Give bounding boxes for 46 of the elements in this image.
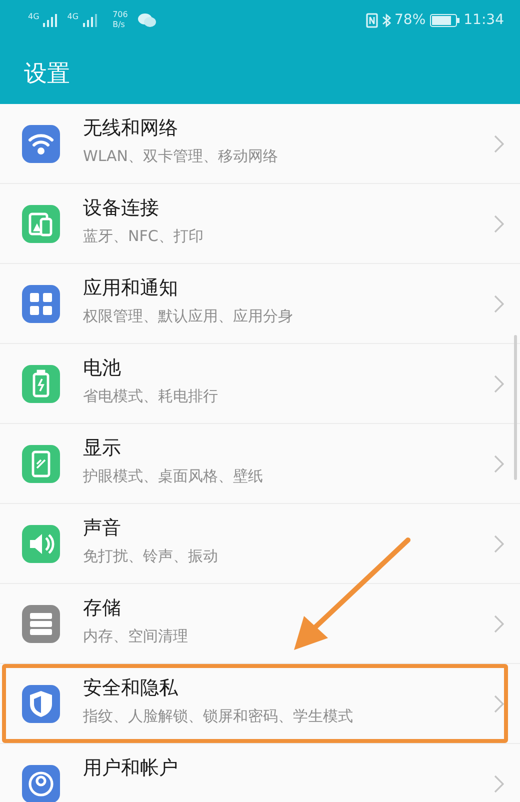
item-subtitle: WLAN、双卡管理、移动网络 [83,147,280,166]
battery-icon [430,14,460,26]
chevron-icon [494,135,504,153]
sim-label: 4G [67,12,79,21]
item-title: 应用和通知 [83,276,179,301]
item-title: 显示 [83,436,122,461]
item-subtitle: 权限管理、默认应用、应用分身 [83,307,294,326]
settings-item[interactable]: 设备连接 蓝牙、NFC、打印 [0,184,520,264]
nfc-icon [366,12,378,28]
chevron-icon [494,375,504,393]
chevron-icon [494,775,504,793]
clock: 11:34 [464,12,504,28]
settings-item[interactable]: 安全和隐私 指纹、人脸解锁、锁屏和密码、学生模式 [0,664,520,744]
bluetooth-icon [382,12,391,28]
item-title: 用户和帐户 [83,756,179,781]
settings-item[interactable]: 应用和通知 权限管理、默认应用、应用分身 [0,264,520,344]
chat-icon [138,13,156,27]
chevron-icon [494,455,504,473]
network-speed: 706 [112,10,128,20]
chevron-icon [494,535,504,553]
item-subtitle: 蓝牙、NFC、打印 [83,227,204,246]
item-title: 设备连接 [83,196,160,221]
signal-icon [82,13,99,27]
settings-item[interactable]: 显示 护眼模式、桌面风格、壁纸 [0,424,520,504]
item-title: 无线和网络 [83,116,179,141]
signal-icon [43,13,60,27]
chevron-icon [494,215,504,233]
item-subtitle: 内存、空间清理 [83,627,189,646]
item-subtitle: 护眼模式、桌面风格、壁纸 [83,467,264,486]
item-title: 存储 [83,596,122,621]
item-subtitle: 省电模式、耗电排行 [83,387,219,406]
item-subtitle: 免打扰、铃声、振动 [83,547,219,566]
settings-item[interactable]: 声音 免打扰、铃声、振动 [0,504,520,584]
item-title: 安全和隐私 [83,676,179,701]
item-subtitle: 指纹、人脸解锁、锁屏和密码、学生模式 [83,707,354,726]
item-title: 电池 [83,356,122,381]
settings-item[interactable]: 用户和帐户 [0,744,520,802]
page-title: 设置 [23,60,71,89]
speed-unit: B/s [112,20,126,30]
chevron-icon [494,615,504,633]
sim-label: 4G [28,12,40,21]
item-title: 声音 [83,516,122,541]
chevron-icon [494,295,504,313]
settings-item[interactable]: 无线和网络 WLAN、双卡管理、移动网络 [0,104,520,184]
battery-percent: 78% [394,12,426,28]
chevron-icon [494,695,504,713]
